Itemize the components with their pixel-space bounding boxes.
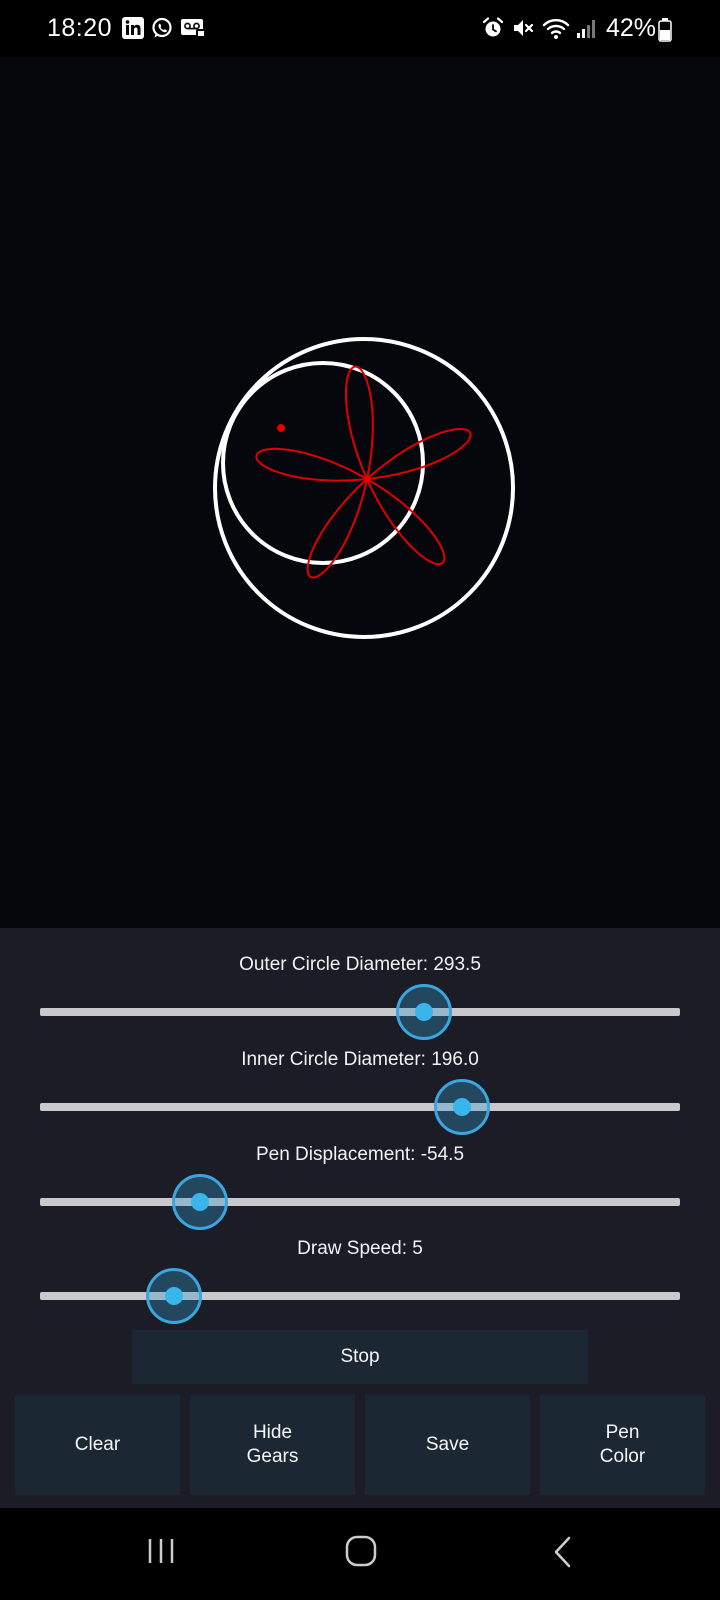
whatsapp-icon <box>152 17 172 38</box>
signal-icon <box>577 20 595 38</box>
slider-track <box>40 1008 680 1016</box>
slider-thumb[interactable] <box>146 1268 203 1324</box>
alarm-icon <box>482 17 504 37</box>
draw-speed-label: Draw Speed: 5 <box>297 1238 423 1259</box>
save-button[interactable]: Save <box>365 1395 530 1495</box>
inner-gear-circle <box>221 361 425 565</box>
status-time: 18:20 <box>47 14 113 42</box>
clear-button-label: Clear <box>74 1434 121 1455</box>
spirograph-svg <box>213 337 515 639</box>
slider-thumb[interactable] <box>396 984 452 1040</box>
pen-displacement-label: Pen Displacement: -54.5 <box>255 1144 465 1165</box>
pen-color-button[interactable]: Pen Color <box>540 1395 705 1495</box>
inner-diameter-slider[interactable] <box>40 1079 680 1135</box>
inner-diameter-label: Inner Circle Diameter: 196.0 <box>241 1049 479 1070</box>
linkedin-icon <box>122 17 144 39</box>
home-icon[interactable] <box>344 1534 378 1568</box>
slider-track <box>40 1292 680 1300</box>
draw-speed-slider[interactable] <box>40 1268 680 1324</box>
battery-percent: 42% <box>606 14 657 42</box>
hide-gears-button-label: Hide Gears <box>246 1422 299 1467</box>
control-panel: Outer Circle Diameter: 293.5 Inner Circl… <box>0 928 720 1508</box>
recent-apps-icon[interactable] <box>146 1535 176 1567</box>
clear-button[interactable]: Clear <box>15 1395 180 1495</box>
outer-diameter-slider[interactable] <box>40 984 680 1040</box>
hide-gears-button[interactable]: Hide Gears <box>190 1395 355 1495</box>
navigation-bar <box>0 1508 720 1600</box>
slider-thumb[interactable] <box>434 1079 491 1135</box>
pen-color-button-label: Pen Color <box>599 1422 646 1467</box>
slider-track <box>40 1198 680 1206</box>
drawing-canvas[interactable] <box>0 57 720 928</box>
status-bar: 18:20 42% <box>0 0 720 57</box>
pen-point <box>277 424 285 432</box>
outer-diameter-label: Outer Circle Diameter: 293.5 <box>239 954 481 975</box>
back-icon[interactable] <box>551 1535 575 1569</box>
stop-button[interactable]: Stop <box>132 1330 588 1384</box>
voicemail-icon <box>181 19 206 38</box>
save-button-label: Save <box>425 1434 470 1455</box>
battery-icon <box>658 18 672 42</box>
slider-track <box>40 1103 680 1111</box>
stop-button-label: Stop <box>340 1346 380 1367</box>
spirograph-curve <box>255 365 472 579</box>
mute-icon <box>514 20 534 36</box>
wifi-icon <box>542 18 570 39</box>
slider-thumb[interactable] <box>172 1174 228 1230</box>
pen-displacement-slider[interactable] <box>40 1174 680 1230</box>
